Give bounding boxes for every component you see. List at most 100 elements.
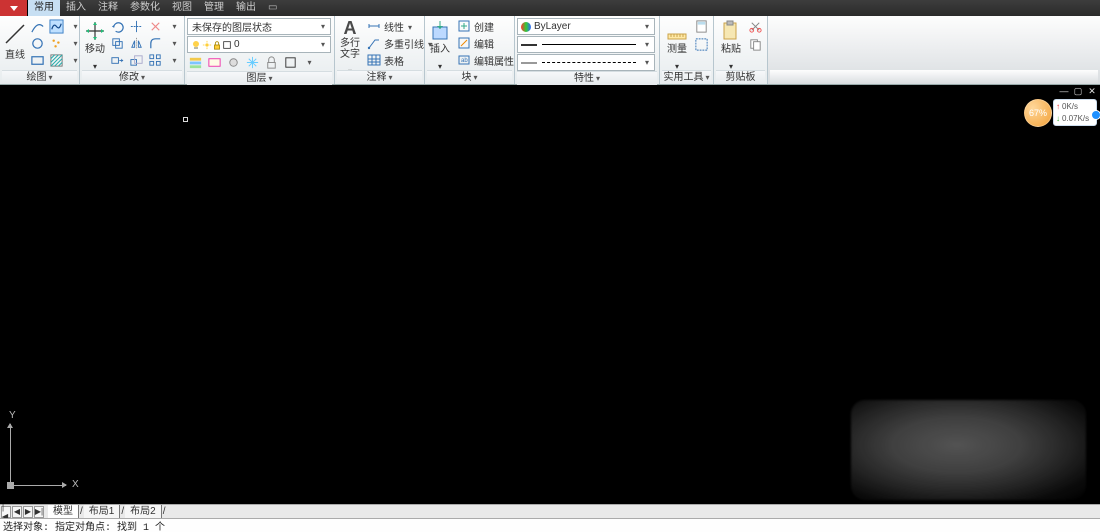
upload-arrow-icon [1056,101,1060,113]
panel-properties-title: 特性 [517,71,657,85]
copy-icon[interactable] [109,35,126,52]
calc-icon[interactable] [693,18,710,35]
move-icon [83,19,107,43]
doc-close-button[interactable]: ✕ [1086,87,1098,97]
perf-gauge[interactable]: 67% [1024,99,1052,127]
doc-min-button[interactable]: — [1058,87,1070,97]
layer-off-icon[interactable] [225,54,242,71]
edit-icon [457,36,471,50]
table-icon [367,53,381,67]
block-insert-button[interactable]: 插入 [427,17,453,69]
layer-iso-icon[interactable] [206,54,223,71]
prop-lineweight-combo[interactable]: ByLayer [517,36,655,53]
network-monitor[interactable]: 0K/s 0.07K/s [1053,99,1097,126]
layer-lock2-icon[interactable] [263,54,280,71]
color-swatch-icon [520,21,532,33]
layer-select-combo[interactable]: 0 [187,36,331,53]
menu-view[interactable]: 视图 [166,0,198,16]
line-label: 直线 [5,50,25,61]
line-button[interactable]: 直线 [2,17,28,69]
lightbulb-icon [190,39,202,51]
rectangle-icon[interactable] [29,52,46,69]
stretch-icon[interactable] [109,52,126,69]
layer-state-value: 未保存的图层状态 [190,19,318,34]
create-icon [457,19,471,33]
hatch-icon[interactable] [48,52,65,69]
layer-select-dd-icon [318,39,328,50]
panel-draw: 直线 绘图 [0,16,80,84]
cut-icon[interactable] [747,18,764,35]
tab-layout2[interactable]: 布局2 [125,505,162,519]
spray-icon[interactable] [48,35,65,52]
menu-annotate[interactable]: 注释 [92,0,124,16]
panel-block: 插入 创建 编辑 ab 编辑属性 块 [425,16,515,84]
layer-more-dd[interactable] [301,54,318,71]
layer-square-icon[interactable] [282,54,299,71]
panel-layers: 未保存的图层状态 0 图层 [185,16,335,84]
modify-row2-dd[interactable] [166,35,183,52]
prop-color-combo[interactable]: ByLayer [517,18,655,35]
panel-clipboard: 粘贴 剪贴板 [714,16,768,84]
net-down-value: 0.07K/s [1062,113,1089,125]
lineweight-icon [520,39,538,51]
modify-row3-dd[interactable] [166,52,183,69]
app-icon[interactable] [0,0,28,16]
move-label: 移动 [85,44,105,55]
paste-label: 粘贴 [721,44,741,55]
mirror-icon[interactable] [128,35,145,52]
measure-button[interactable]: 测量 [662,17,692,69]
prop-lt-dd-icon [642,57,652,68]
move-button[interactable]: 移动 [82,17,108,69]
panel-utilities: 测量 实用工具 [660,16,714,84]
menu-insert[interactable]: 插入 [60,0,92,16]
tab-nav-last[interactable]: ▶| [34,506,44,518]
prop-linetype-combo[interactable]: ByLayer [517,54,655,71]
arc-icon[interactable] [29,18,46,35]
tab-model[interactable]: 模型 [48,505,79,519]
mtext-icon: A [338,19,362,37]
tab-nav-next[interactable]: ▶ [23,506,33,518]
mtext-button[interactable]: A 多行 文字 [337,17,363,69]
panel-annotation: A 多行 文字 线性 多重引线 表格 注释 [335,16,425,84]
doc-restore-button[interactable]: ▢ [1072,87,1084,97]
explode-icon[interactable] [147,18,164,35]
tab-arrow-icon[interactable]: ▭ [262,0,283,16]
dimension-icon [367,19,381,33]
overlay-smudge [851,400,1086,500]
download-arrow-icon [1056,113,1060,125]
attedit-icon: ab [457,53,471,67]
lock-icon [212,39,222,51]
sun-icon [202,39,212,51]
ribbon: 直线 绘图 移动 [0,16,1100,85]
layer-state-combo[interactable]: 未保存的图层状态 [187,18,331,35]
tab-nav-prev[interactable]: ◀ [12,506,22,518]
layer-freeze-icon[interactable] [244,54,261,71]
menu-home[interactable]: 常用 [28,0,60,16]
copy-clip-icon[interactable] [747,36,764,53]
layout-tabbar: |◀ ◀ ▶ ▶| 模型 / 布局1 / 布局2 / [0,504,1100,518]
scale-icon[interactable] [128,52,145,69]
net-up-value: 0K/s [1062,101,1078,113]
menu-manage[interactable]: 管理 [198,0,230,16]
tab-layout1[interactable]: 布局1 [84,505,121,519]
rotate-icon[interactable] [109,18,126,35]
polyline-selected-icon[interactable] [48,18,65,35]
command-line[interactable]: 选择对象: 指定对角点: 找到 1 个 [0,518,1100,532]
modify-row1-dd[interactable] [166,18,183,35]
fillet-icon[interactable] [147,35,164,52]
net-dot-icon [1091,110,1100,120]
tab-nav-first[interactable]: |◀ [1,506,11,518]
array-icon[interactable] [147,52,164,69]
ucs-y-label: Y [9,410,16,421]
circle-icon[interactable] [29,35,46,52]
block-insert-label: 插入 [430,44,450,55]
paste-button[interactable]: 粘贴 [716,17,746,69]
measure-label: 测量 [667,44,687,55]
select-all-icon[interactable] [693,36,710,53]
menu-parametric[interactable]: 参数化 [124,0,166,16]
svg-text:ab: ab [461,58,468,64]
menu-output[interactable]: 输出 [230,0,262,16]
layer-props-icon[interactable] [187,54,204,71]
trim-icon[interactable] [128,18,145,35]
drawing-canvas[interactable]: — ▢ ✕ Y X 67% 0K/s 0.07K/s [0,85,1100,504]
